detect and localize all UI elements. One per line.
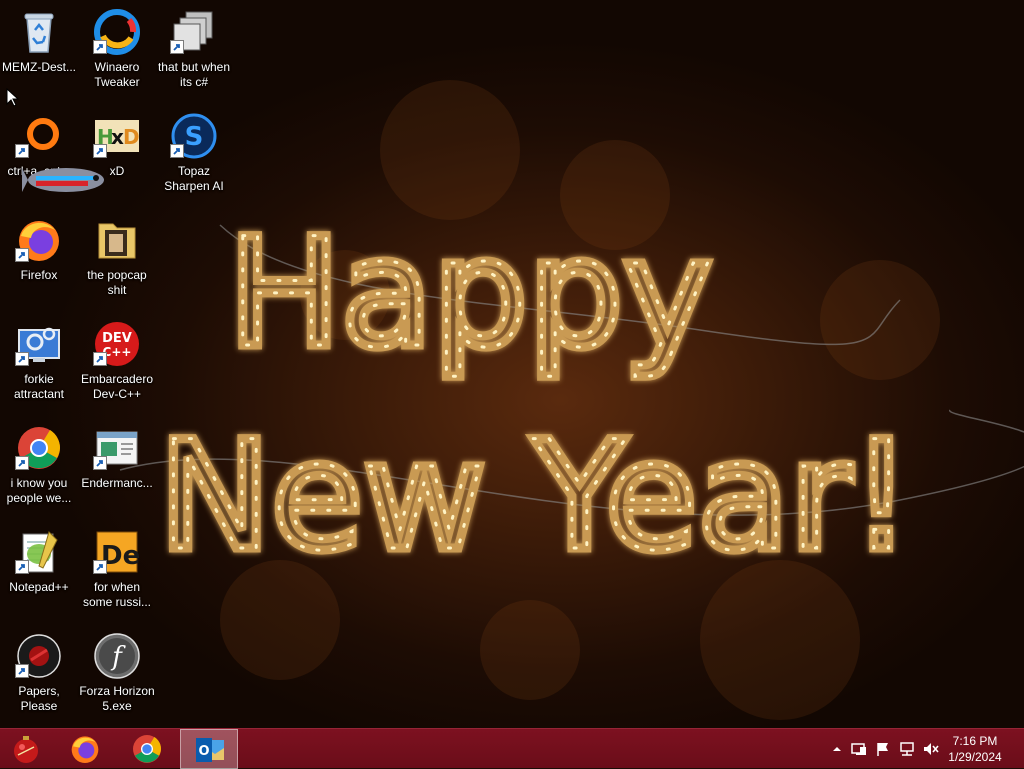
icon-label: Winaero Tweaker xyxy=(94,60,140,89)
svg-text:S: S xyxy=(185,122,204,152)
shortcut-arrow-icon xyxy=(15,248,29,262)
desktop-icon-topaz[interactable]: S Topaz Sharpen AI xyxy=(155,106,233,206)
icon-label: Notepad++ xyxy=(9,580,69,594)
volume-muted-icon[interactable] xyxy=(922,741,940,757)
flash-icon: f xyxy=(93,632,141,680)
desktop-icon-memz[interactable]: MEMZ-Dest... xyxy=(0,2,78,102)
desktop-icon-russi[interactable]: De for when some russi... xyxy=(78,522,156,622)
desktop-icon-firefox[interactable]: Firefox xyxy=(0,210,78,310)
wallpaper-happy-bulbs: Happy xyxy=(228,207,712,381)
shortcut-arrow-icon xyxy=(15,144,29,158)
mouse-cursor-icon xyxy=(6,88,20,107)
icon-label: Papers, Please xyxy=(18,684,60,713)
taskbar-clock[interactable]: 7:16 PM 1/29/2024 xyxy=(940,733,1010,765)
shortcut-arrow-icon xyxy=(170,40,184,54)
desktop-icon-csharp[interactable]: that but when its c# xyxy=(155,2,233,102)
icon-label: Forza Horizon 5.exe xyxy=(79,684,155,713)
icon-label: for when some russi... xyxy=(82,580,151,609)
icon-label: Embarcadero Dev-C++ xyxy=(80,372,154,401)
taskbar-outlook-button[interactable]: O xyxy=(180,729,238,769)
shortcut-arrow-icon xyxy=(93,352,107,366)
network-icon[interactable] xyxy=(898,741,916,757)
shortcut-arrow-icon xyxy=(15,664,29,678)
taskbar-firefox-button[interactable] xyxy=(56,729,114,769)
icon-label: Endermanc... xyxy=(81,476,153,490)
chrome-icon xyxy=(133,735,162,763)
svg-text:O: O xyxy=(198,744,209,759)
ornament-start-icon xyxy=(14,736,38,763)
wallpaper-new-year-bulbs: New Year! xyxy=(159,410,912,584)
desktop-icon-winaero-tweaker[interactable]: Winaero Tweaker xyxy=(78,2,156,102)
shortcut-arrow-icon xyxy=(170,144,184,158)
desktop-icon-devcpp[interactable]: DEV C++ Embarcadero Dev-C++ xyxy=(78,314,156,414)
firefox-icon xyxy=(71,736,99,763)
shortcut-arrow-icon xyxy=(93,40,107,54)
clock-date: 1/29/2024 xyxy=(948,750,1002,764)
svg-text:D: D xyxy=(123,125,140,149)
icon-label: MEMZ-Dest... xyxy=(2,60,76,74)
clock-time: 7:16 PM xyxy=(952,734,998,748)
desktop-icon-endermanch[interactable]: Endermanc... xyxy=(78,418,156,518)
recycle-bin-icon xyxy=(15,8,63,56)
shortcut-arrow-icon xyxy=(15,352,29,366)
taskbar-chrome-button[interactable] xyxy=(118,729,176,769)
desktop-icon-popcap-folder[interactable]: the popcap shit xyxy=(78,210,156,310)
shortcut-arrow-icon xyxy=(93,456,107,470)
taskbar: O 7:16 PM 1/29/2024 xyxy=(0,728,1024,769)
shortcut-arrow-icon xyxy=(93,560,107,574)
shortcut-arrow-icon xyxy=(93,144,107,158)
desktop-icon-chrome-people[interactable]: i know you people we... xyxy=(0,418,78,518)
action-center-flag-icon[interactable] xyxy=(874,741,892,757)
outlook-icon: O xyxy=(196,738,224,762)
neon-fish-icon xyxy=(22,168,104,192)
icon-label: forkie attractant xyxy=(13,372,65,401)
icon-label: Firefox xyxy=(20,268,58,282)
start-button[interactable] xyxy=(0,729,52,769)
icon-label: i know you people we... xyxy=(6,476,72,505)
svg-text:DEV: DEV xyxy=(102,331,132,346)
desktop-icon-papers-please[interactable]: Papers, Please xyxy=(0,626,78,726)
shortcut-arrow-icon xyxy=(15,560,29,574)
desktop-icon-forkie-attractant[interactable]: forkie attractant xyxy=(0,314,78,414)
icon-label: the popcap shit xyxy=(87,268,147,297)
icon-label: that but when its c# xyxy=(157,60,231,89)
desktop-icon-notepadpp[interactable]: Notepad++ xyxy=(0,522,78,622)
network-adapter-icon[interactable] xyxy=(850,741,868,757)
show-hidden-icons-chevron-icon[interactable] xyxy=(828,741,846,757)
icon-label: Topaz Sharpen AI xyxy=(164,164,224,193)
shortcut-arrow-icon xyxy=(15,456,29,470)
folder-icon xyxy=(93,216,141,264)
desktop-icon-forza-horizon[interactable]: f Forza Horizon 5.exe xyxy=(78,626,156,726)
